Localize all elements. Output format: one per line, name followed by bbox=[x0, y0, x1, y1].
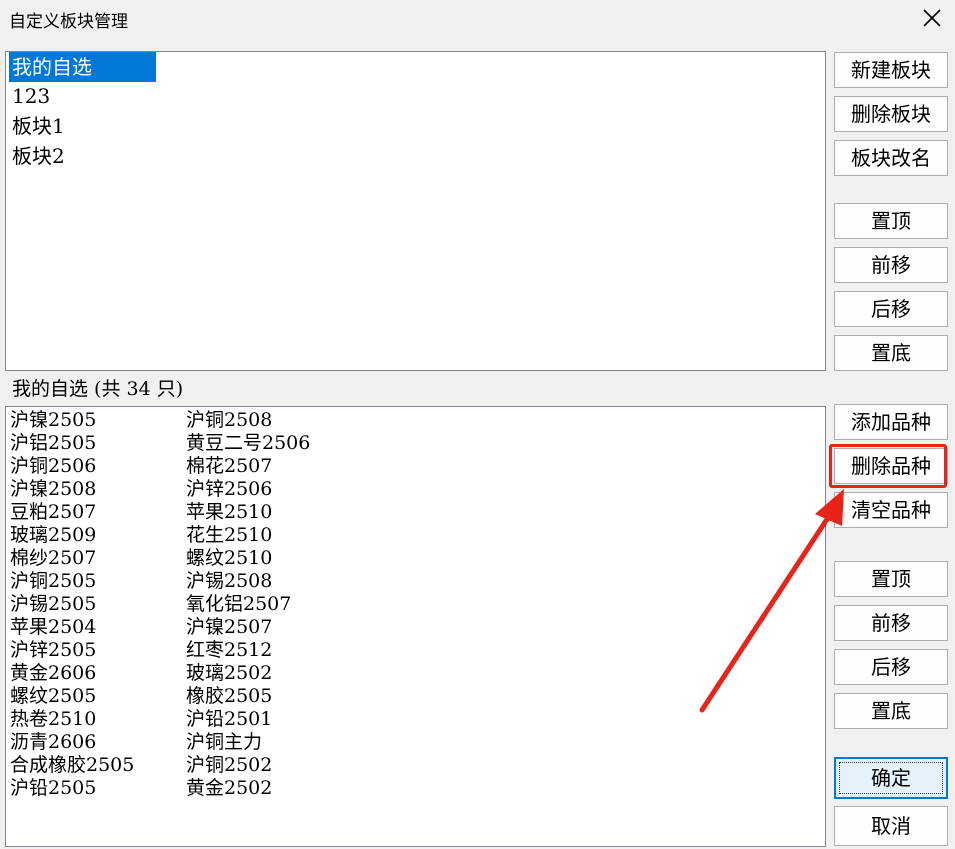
variety-move-up-button[interactable]: 前移 bbox=[834, 605, 948, 641]
variety-item[interactable]: 沪镍2508 bbox=[10, 478, 96, 501]
variety-item[interactable]: 沪锌2505 bbox=[10, 639, 96, 662]
variety-item[interactable]: 沪铅2505 bbox=[10, 777, 96, 800]
variety-item[interactable]: 黄金2502 bbox=[186, 777, 272, 800]
variety-item[interactable]: 棉花2507 bbox=[186, 455, 272, 478]
variety-item[interactable]: 沪铜2508 bbox=[186, 409, 272, 432]
variety-item[interactable]: 沪锡2505 bbox=[10, 593, 96, 616]
variety-item[interactable]: 红枣2512 bbox=[186, 639, 272, 662]
variety-item[interactable]: 合成橡胶2505 bbox=[10, 754, 134, 777]
add-variety-button[interactable]: 添加品种 bbox=[834, 404, 948, 440]
board-item-my-picks[interactable]: 我的自选 bbox=[9, 52, 156, 82]
board-item-board1[interactable]: 板块1 bbox=[9, 111, 68, 141]
variety-list[interactable]: 沪镍2505 沪铜2508 沪铝2505 黄豆二号2506 沪铜2506 棉花2507 沪镍… bbox=[5, 406, 826, 847]
cancel-button[interactable]: 取消 bbox=[834, 806, 948, 846]
variety-item[interactable]: 沪锌2506 bbox=[186, 478, 272, 501]
variety-item[interactable]: 豆粕2507 bbox=[10, 501, 96, 524]
new-board-button[interactable]: 新建板块 bbox=[834, 52, 948, 88]
window-title: 自定义板块管理 bbox=[9, 12, 128, 32]
variety-item[interactable]: 沥青2606 bbox=[10, 731, 96, 754]
variety-item[interactable]: 棉纱2507 bbox=[10, 547, 96, 570]
variety-item[interactable]: 黄金2606 bbox=[10, 662, 96, 685]
variety-move-bottom-button[interactable]: 置底 bbox=[834, 693, 948, 729]
variety-item[interactable]: 玻璃2509 bbox=[10, 524, 96, 547]
variety-item[interactable]: 螺纹2510 bbox=[186, 547, 272, 570]
variety-item[interactable]: 螺纹2505 bbox=[10, 685, 96, 708]
variety-item[interactable]: 沪镍2505 bbox=[10, 409, 96, 432]
title-bar: 自定义板块管理 bbox=[0, 0, 955, 38]
delete-variety-button[interactable]: 删除品种 bbox=[834, 448, 948, 484]
variety-item[interactable]: 黄豆二号2506 bbox=[186, 432, 310, 455]
variety-item[interactable]: 沪铜2502 bbox=[186, 754, 272, 777]
variety-item[interactable]: 氧化铝2507 bbox=[186, 593, 291, 616]
board-move-bottom-button[interactable]: 置底 bbox=[834, 335, 948, 371]
variety-item[interactable]: 苹果2504 bbox=[10, 616, 96, 639]
variety-count-label: 我的自选 (共 34 只) bbox=[12, 378, 184, 400]
variety-item[interactable]: 热卷2510 bbox=[10, 708, 96, 731]
board-list[interactable]: 我的自选 123 板块1 板块2 bbox=[5, 51, 826, 371]
close-icon bbox=[923, 9, 941, 27]
close-button[interactable] bbox=[915, 3, 949, 33]
board-item-123[interactable]: 123 bbox=[9, 81, 53, 111]
clear-variety-button[interactable]: 清空品种 bbox=[834, 492, 948, 528]
board-item-board2[interactable]: 板块2 bbox=[9, 141, 68, 171]
variety-item[interactable]: 沪铝2505 bbox=[10, 432, 96, 455]
variety-item[interactable]: 沪镍2507 bbox=[186, 616, 272, 639]
variety-item[interactable]: 橡胶2505 bbox=[186, 685, 272, 708]
board-move-up-button[interactable]: 前移 bbox=[834, 247, 948, 283]
variety-item[interactable]: 沪锡2508 bbox=[186, 570, 272, 593]
variety-item[interactable]: 沪铜2506 bbox=[10, 455, 96, 478]
rename-board-button[interactable]: 板块改名 bbox=[834, 140, 948, 176]
variety-move-down-button[interactable]: 后移 bbox=[834, 649, 948, 685]
variety-item[interactable]: 沪铜2505 bbox=[10, 570, 96, 593]
board-move-top-button[interactable]: 置顶 bbox=[834, 203, 948, 239]
variety-item[interactable]: 玻璃2502 bbox=[186, 662, 272, 685]
board-move-down-button[interactable]: 后移 bbox=[834, 291, 948, 327]
variety-item[interactable]: 苹果2510 bbox=[186, 501, 272, 524]
variety-item[interactable]: 花生2510 bbox=[186, 524, 272, 547]
variety-move-top-button[interactable]: 置顶 bbox=[834, 561, 948, 597]
variety-item[interactable]: 沪铜主力 bbox=[186, 731, 262, 754]
variety-item[interactable]: 沪铅2501 bbox=[186, 708, 272, 731]
ok-button[interactable]: 确定 bbox=[834, 757, 948, 799]
delete-board-button[interactable]: 删除板块 bbox=[834, 96, 948, 132]
